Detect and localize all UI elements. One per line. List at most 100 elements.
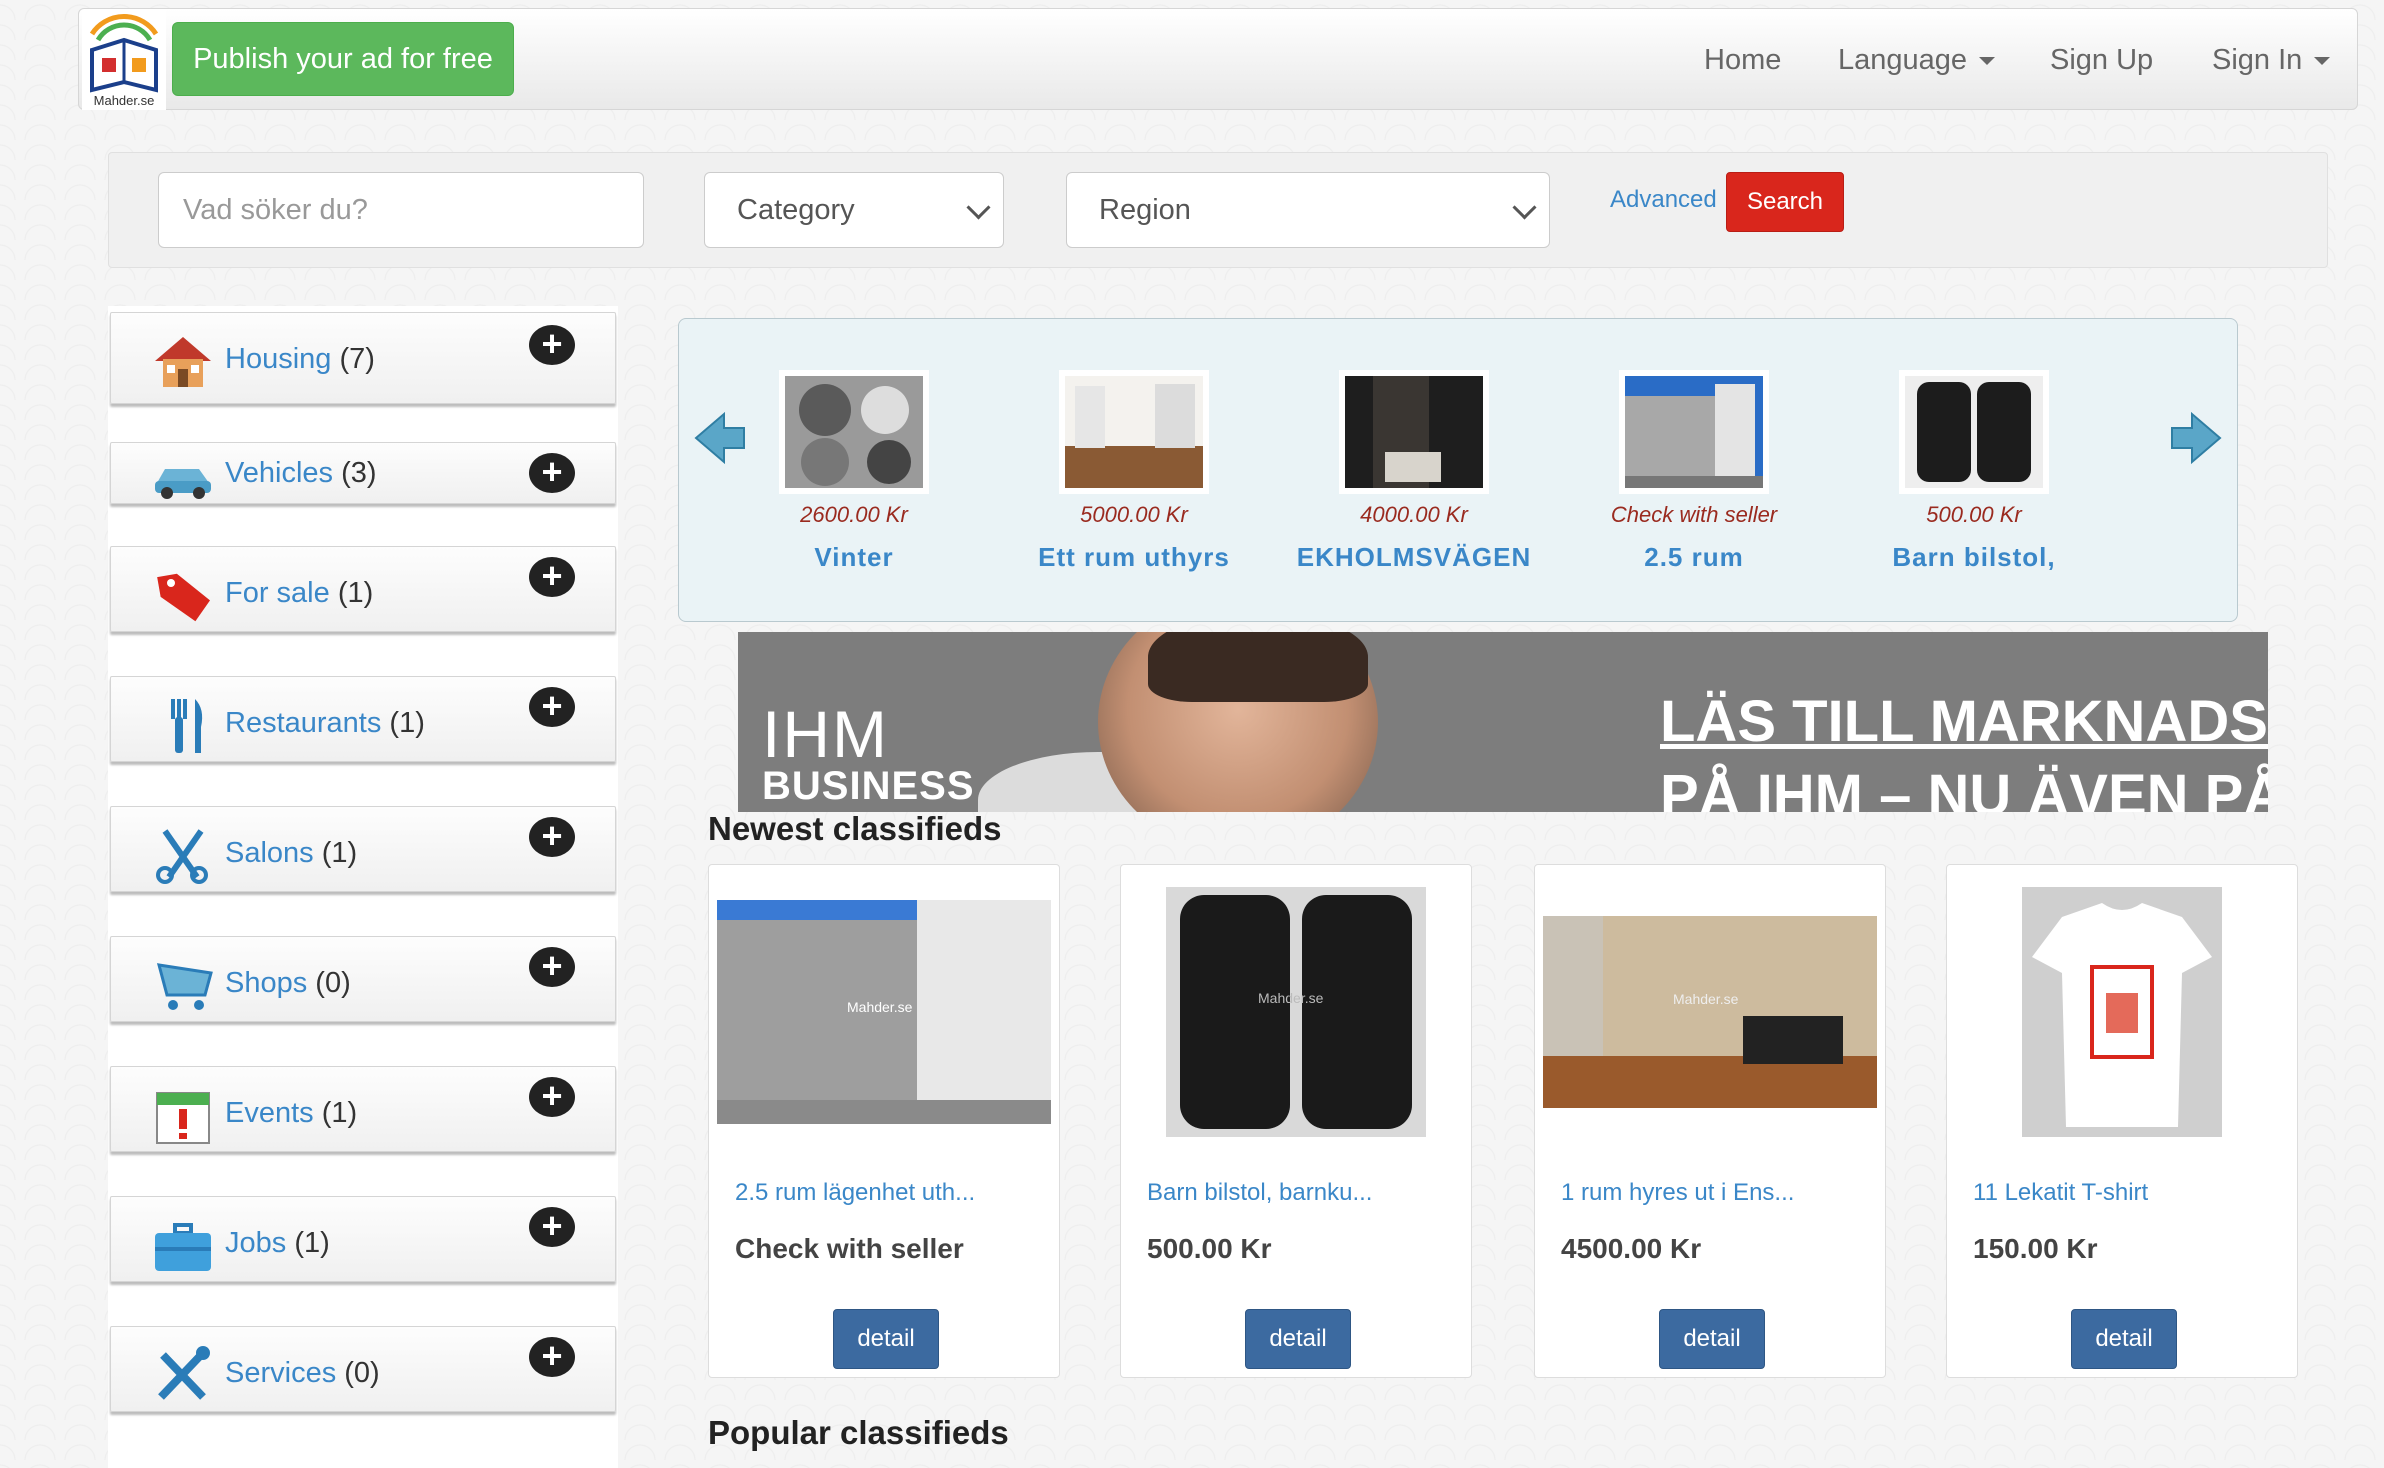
car-icon <box>151 445 215 505</box>
publish-ad-button[interactable]: Publish your ad for free <box>172 22 514 96</box>
category-shops[interactable]: Shops (0) + <box>110 936 616 1022</box>
nav-home[interactable]: Home <box>1704 44 1781 77</box>
classified-price: Check with seller <box>735 1233 964 1264</box>
nav-language[interactable]: Language <box>1838 44 1996 77</box>
caret-down-icon <box>2314 57 2331 66</box>
classified-card[interactable]: Mahder.se 2.5 rum lägenhet uth... Check … <box>708 864 1060 1378</box>
caret-down-icon <box>1979 57 1996 66</box>
carousel-item-title[interactable]: Vinter <box>734 542 974 573</box>
carousel-item-image <box>1899 370 2049 494</box>
detail-button[interactable]: detail <box>1659 1309 1765 1369</box>
category-label: Salons <box>225 837 314 869</box>
watermark-text: Mahder.se <box>1673 991 1739 1007</box>
expand-plus-icon[interactable]: + <box>529 1207 575 1247</box>
house-icon <box>151 331 215 391</box>
detail-button[interactable]: detail <box>833 1309 939 1369</box>
carousel-item-price: 500.00 Kr <box>1926 502 2022 527</box>
category-label: Vehicles <box>225 457 334 489</box>
category-label: Events <box>225 1097 314 1129</box>
price-tag-icon <box>151 565 215 625</box>
classified-title[interactable]: Barn bilstol, barnku... <box>1147 1179 1372 1207</box>
classified-card[interactable]: Mahder.se Barn bilstol, barnku... 500.00… <box>1120 864 1472 1378</box>
carousel-item-title[interactable]: 2.5 rum <box>1574 542 1814 573</box>
category-label: Housing <box>225 343 332 375</box>
category-label: For sale <box>225 577 330 609</box>
nav-signin-label: Sign In <box>2212 44 2303 76</box>
category-count: (1) <box>321 837 358 869</box>
classified-price: 4500.00 Kr <box>1561 1233 1702 1264</box>
category-count: (0) <box>315 967 351 999</box>
region-select-label: Region <box>1099 193 1191 226</box>
classified-title[interactable]: 11 Lekatit T-shirt <box>1973 1179 2148 1207</box>
carousel-item-title[interactable]: Barn bilstol, <box>1854 542 2094 573</box>
category-count: (7) <box>339 343 375 375</box>
scissors-icon <box>151 825 215 885</box>
banner-brand: IHM <box>762 697 889 771</box>
classified-image: Mahder.se <box>717 887 1051 1137</box>
banner-brand-sub: BUSINESS <box>762 764 975 808</box>
expand-plus-icon[interactable]: + <box>529 687 575 727</box>
ad-banner[interactable]: IHM BUSINESS LÄS TILL MARKNADSE PÅ IHM –… <box>738 632 2268 812</box>
category-housing[interactable]: Housing (7) + <box>110 312 616 404</box>
tools-icon <box>151 1345 215 1405</box>
category-jobs[interactable]: Jobs (1) + <box>110 1196 616 1282</box>
expand-plus-icon[interactable]: + <box>529 817 575 857</box>
expand-plus-icon[interactable]: + <box>529 453 575 493</box>
site-logo[interactable]: Mahder.se <box>82 10 166 110</box>
fork-knife-icon <box>151 695 215 755</box>
banner-headline-1: LÄS TILL MARKNADSE <box>1660 689 2268 754</box>
classified-card[interactable]: Mahder.se 1 rum hyres ut i Ens... 4500.0… <box>1534 864 1886 1378</box>
category-vehicles[interactable]: Vehicles (3) + <box>110 442 616 504</box>
chevron-down-icon <box>1512 195 1537 220</box>
classified-image: Mahder.se <box>1129 887 1463 1137</box>
expand-plus-icon[interactable]: + <box>529 557 575 597</box>
category-services[interactable]: Services (0) + <box>110 1326 616 1412</box>
nav-signup[interactable]: Sign Up <box>2050 44 2153 77</box>
category-restaurants[interactable]: Restaurants (1) + <box>110 676 616 762</box>
shopping-cart-icon <box>151 955 215 1015</box>
category-select[interactable]: Category <box>704 172 1004 248</box>
carousel-item[interactable]: 4000.00 Kr EKHOLMSVÄGEN <box>1294 370 1534 573</box>
classified-title[interactable]: 1 rum hyres ut i Ens... <box>1561 1179 1794 1207</box>
banner-photo-hair <box>1148 632 1368 702</box>
category-count: (1) <box>389 707 425 739</box>
expand-plus-icon[interactable]: + <box>529 1337 575 1377</box>
category-label: Shops <box>225 967 308 999</box>
detail-button[interactable]: detail <box>1245 1309 1351 1369</box>
category-label: Restaurants <box>225 707 382 739</box>
carousel-item-price: 2600.00 Kr <box>800 502 908 527</box>
classified-image: Mahder.se <box>1543 887 1877 1137</box>
expand-plus-icon[interactable]: + <box>529 1077 575 1117</box>
region-select[interactable]: Region <box>1066 172 1550 248</box>
nav-signin[interactable]: Sign In <box>2212 44 2331 77</box>
category-count: (1) <box>337 577 374 609</box>
carousel-item[interactable]: 2600.00 Kr Vinter <box>734 370 974 573</box>
classified-card[interactable]: 11 Lekatit T-shirt 150.00 Kr detail <box>1946 864 2298 1378</box>
category-events[interactable]: Events (1) + <box>110 1066 616 1152</box>
chevron-down-icon <box>966 195 991 220</box>
carousel-item-title[interactable]: Ett rum uthyrs <box>1014 542 1254 573</box>
detail-button[interactable]: detail <box>2071 1309 2177 1369</box>
search-button[interactable]: Search <box>1726 172 1844 232</box>
category-salons[interactable]: Salons (1) + <box>110 806 616 892</box>
carousel-item-title[interactable]: EKHOLMSVÄGEN <box>1294 542 1534 573</box>
search-input[interactable] <box>158 172 644 248</box>
advanced-search-link[interactable]: Advanced <box>1610 186 1717 214</box>
category-count: (3) <box>341 457 377 489</box>
category-select-label: Category <box>737 193 855 226</box>
category-for-sale[interactable]: For sale (1) + <box>110 546 616 632</box>
classified-title[interactable]: 2.5 rum lägenhet uth... <box>735 1179 975 1207</box>
carousel-item-image <box>779 370 929 494</box>
carousel-item-image <box>1339 370 1489 494</box>
carousel-item[interactable]: 5000.00 Kr Ett rum uthyrs <box>1014 370 1254 573</box>
expand-plus-icon[interactable]: + <box>529 325 575 365</box>
logo-book-icon <box>89 14 159 93</box>
carousel-item-image <box>1619 370 1769 494</box>
classified-image <box>1955 887 2289 1137</box>
carousel-next-arrow-icon[interactable] <box>2170 410 2222 466</box>
newest-classifieds-title: Newest classifieds <box>708 810 1002 847</box>
watermark-text: Mahder.se <box>1258 990 1324 1006</box>
carousel-item[interactable]: 500.00 Kr Barn bilstol, <box>1854 370 2094 573</box>
carousel-item[interactable]: Check with seller 2.5 rum <box>1574 370 1814 573</box>
expand-plus-icon[interactable]: + <box>529 947 575 987</box>
